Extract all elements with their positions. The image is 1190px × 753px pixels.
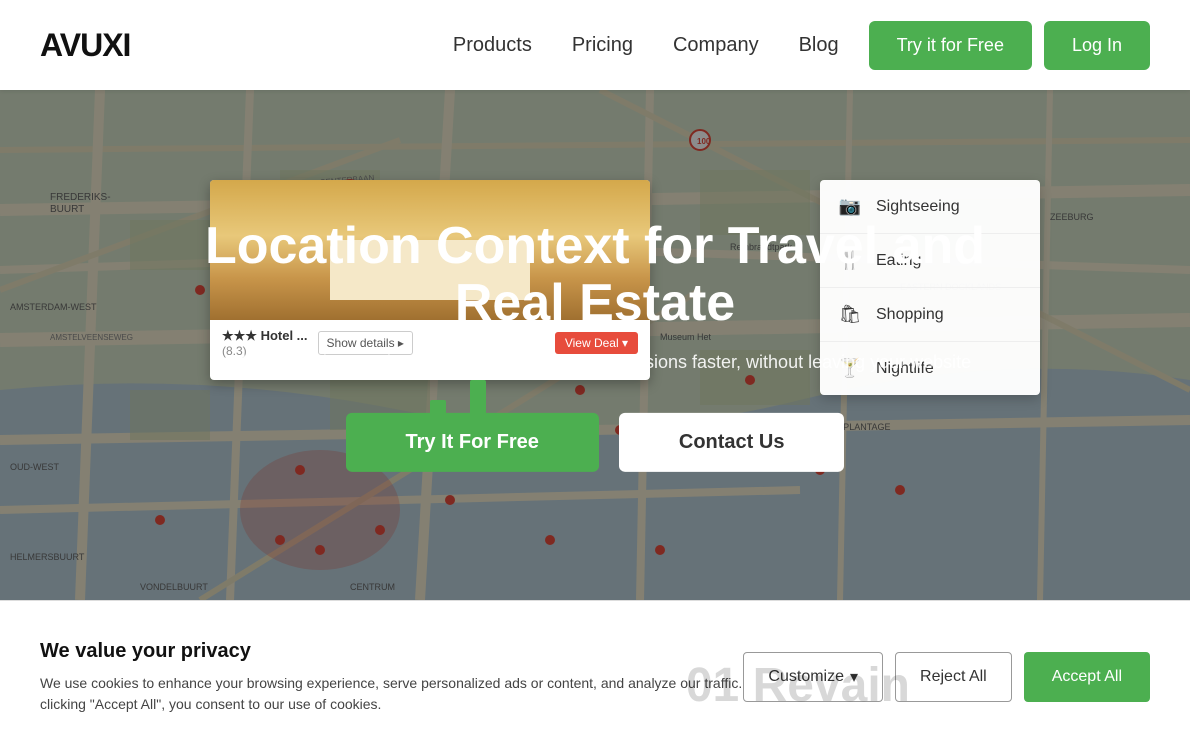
nav-login-button[interactable]: Log In [1044, 21, 1150, 70]
hero-subtitle: Help your visitors make the best accommo… [195, 352, 995, 373]
hero-try-free-button[interactable]: Try It For Free [346, 413, 599, 472]
hero-title: Location Context for Travel and Real Est… [195, 218, 995, 332]
cookie-banner: We value your privacy We use cookies to … [0, 600, 1190, 753]
nav-products[interactable]: Products [453, 34, 532, 57]
nav-pricing[interactable]: Pricing [572, 34, 633, 57]
nav-company[interactable]: Company [673, 34, 759, 57]
navbar: AVUXI Products Pricing Company Blog Try … [0, 0, 1190, 90]
hero-content: Location Context for Travel and Real Est… [195, 218, 995, 472]
cookie-reject-button[interactable]: Reject All [895, 652, 1012, 702]
logo: AVUXI [40, 27, 130, 64]
hero-section: FREDERIKS- BUURT AMSTERDAM-WEST OUD-WEST… [0, 90, 1190, 600]
chevron-down-icon: ▾ [850, 667, 858, 687]
cookie-actions: Customize ▾ Reject All Accept All [743, 652, 1150, 702]
nav-try-free-button[interactable]: Try it for Free [869, 21, 1032, 70]
hero-contact-button[interactable]: Contact Us [619, 413, 845, 472]
cookie-customize-button[interactable]: Customize ▾ [743, 652, 883, 702]
hero-buttons: Try It For Free Contact Us [195, 413, 995, 472]
poi-sightseeing-label: Sightseeing [876, 198, 960, 216]
cookie-customize-label: Customize [768, 668, 844, 686]
cookie-accept-button[interactable]: Accept All [1024, 652, 1150, 702]
nav-blog[interactable]: Blog [799, 34, 839, 57]
camera-icon: 📷 [838, 196, 862, 217]
nav-links: Products Pricing Company Blog [453, 34, 839, 57]
cookie-text: We use cookies to enhance your browsing … [40, 673, 800, 715]
